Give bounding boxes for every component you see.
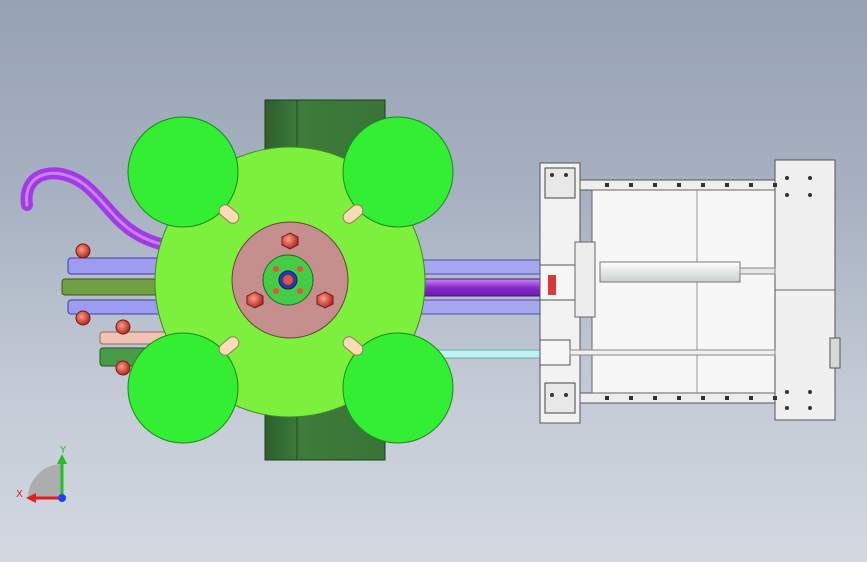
rail-tick	[725, 396, 729, 400]
frame-fastener	[808, 406, 812, 410]
frame-fastener	[785, 406, 789, 410]
rail-tick	[773, 396, 777, 400]
rail-tick	[773, 183, 777, 187]
rail-tick	[629, 183, 633, 187]
frame-fastener	[808, 176, 812, 180]
rail-tick	[677, 183, 681, 187]
frame-fastener	[564, 393, 568, 397]
assembly-top-view[interactable]: X Y	[0, 0, 867, 562]
y-axis-label: Y	[59, 445, 67, 456]
rail-tick	[701, 183, 705, 187]
rail-tick	[653, 183, 657, 187]
frame-fastener	[808, 390, 812, 394]
guide-rails	[419, 259, 551, 359]
rail-tick	[701, 396, 705, 400]
axis-triad: X Y	[16, 445, 67, 503]
cylinder-rod	[599, 261, 741, 283]
rail-tick	[749, 396, 753, 400]
frame-fastener	[785, 193, 789, 197]
rail-tick	[605, 396, 609, 400]
frame-fastener	[785, 390, 789, 394]
x-axis-label: X	[16, 489, 23, 500]
rail-tick	[725, 183, 729, 187]
frame-fastener	[550, 173, 554, 177]
rail-tick	[605, 183, 609, 187]
rail-tick	[653, 396, 657, 400]
slide-frame	[539, 159, 841, 424]
frame-fastener	[564, 173, 568, 177]
frame-fastener	[808, 193, 812, 197]
frame-fastener	[550, 393, 554, 397]
frame-fastener	[785, 176, 789, 180]
rail-tick	[749, 183, 753, 187]
model-viewport[interactable]: X Y	[0, 0, 867, 562]
rail-tick	[629, 396, 633, 400]
rail-tick	[677, 396, 681, 400]
